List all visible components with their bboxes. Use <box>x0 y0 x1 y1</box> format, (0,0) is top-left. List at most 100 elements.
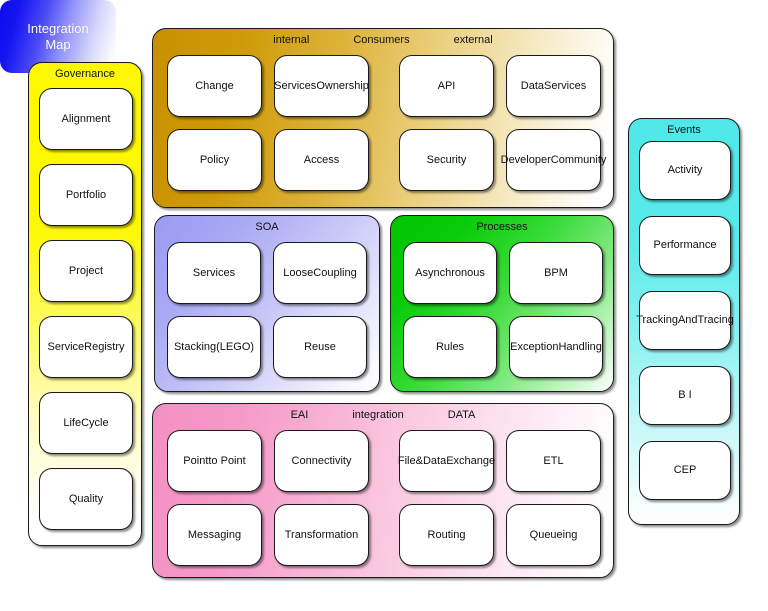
panel-consumers-title-internal: internal <box>273 34 310 46</box>
card-label: Asynchronous <box>415 266 485 279</box>
card-eai-5[interactable]: Transformation <box>274 504 369 566</box>
panel-consumers-title: Consumers <box>353 34 410 46</box>
card-events-2[interactable]: Tracking AndTracing <box>636 291 734 350</box>
card-label: Reuse <box>304 340 336 353</box>
card-label: Portfolio <box>65 188 107 201</box>
card-label: Performance <box>653 239 717 252</box>
panel-events-title-row: Events <box>629 124 739 136</box>
card-label: Point <box>183 454 209 467</box>
card-label: AndTracing <box>677 314 734 327</box>
card-label: Registry <box>84 340 125 353</box>
panel-soa-title-row: SOA <box>155 221 379 233</box>
card-governance-0[interactable]: Alignment <box>39 88 133 150</box>
card-label: (LEGO) <box>216 340 255 353</box>
card-consumers-2[interactable]: API <box>399 55 494 117</box>
panel-governance-title-row: Governance <box>29 68 141 80</box>
panel-soa[interactable]: SOA Services Loose Coupling Stacking (LEGO) R… <box>154 215 380 392</box>
card-events-1[interactable]: Performance <box>639 216 731 275</box>
card-label: Project <box>68 264 104 277</box>
card-governance-4[interactable]: LifeCycle <box>39 392 133 454</box>
card-label: Policy <box>199 153 230 166</box>
card-label: Ownership <box>316 79 369 92</box>
card-processes-0[interactable]: Asynchronous <box>403 242 497 304</box>
card-label: Stacking <box>173 340 217 353</box>
card-label: Exception <box>510 340 559 353</box>
card-label: File& <box>397 454 423 467</box>
card-label: Change <box>195 79 234 92</box>
card-governance-3[interactable]: Service Registry <box>39 316 133 378</box>
card-label: CEP <box>673 464 697 477</box>
card-label: Queueing <box>529 528 578 541</box>
card-label: Access <box>303 153 340 166</box>
card-label: Messaging <box>187 528 242 541</box>
card-governance-1[interactable]: Portfolio <box>39 164 133 226</box>
card-processes-1[interactable]: BPM <box>509 242 603 304</box>
card-eai-6[interactable]: Routing <box>399 504 494 566</box>
card-label: Service <box>47 340 85 353</box>
card-label: Services <box>274 79 317 92</box>
integration-map-label-line2: Map <box>45 36 71 52</box>
card-soa-0[interactable]: Services <box>167 242 261 304</box>
card-label: DataExchange <box>422 454 496 467</box>
card-governance-5[interactable]: Quality <box>39 468 133 530</box>
card-label: Rules <box>435 340 465 353</box>
card-consumers-3[interactable]: DataServices <box>506 55 601 117</box>
card-label: API <box>437 79 456 92</box>
panel-eai[interactable]: EAI integration DATA Point to Point Connec… <box>152 403 614 578</box>
card-eai-0[interactable]: Point to Point <box>167 430 262 492</box>
card-eai-7[interactable]: Queueing <box>506 504 601 566</box>
panel-eai-title-row: EAI integration DATA <box>153 409 613 421</box>
card-consumers-4[interactable]: Policy <box>167 129 262 191</box>
diagram-canvas: Governance Alignment Portfolio Project Serv… <box>0 0 768 611</box>
card-events-0[interactable]: Activity <box>639 141 731 200</box>
card-label: Transformation <box>284 528 359 541</box>
panel-processes-title-row: Processes <box>391 221 613 233</box>
card-label: to Point <box>208 454 246 467</box>
panel-governance[interactable]: Governance Alignment Portfolio Project Serv… <box>28 62 142 546</box>
card-consumers-1[interactable]: Services Ownership <box>274 55 369 117</box>
card-consumers-0[interactable]: Change <box>167 55 262 117</box>
panel-governance-title: Governance <box>55 68 115 80</box>
panel-eai-title-data: DATA <box>447 409 476 421</box>
card-events-3[interactable]: B I <box>639 366 731 425</box>
card-soa-1[interactable]: Loose Coupling <box>273 242 367 304</box>
card-label: Coupling <box>313 266 357 279</box>
card-label: Alignment <box>61 112 111 125</box>
card-label: Security <box>426 153 467 166</box>
card-label: Quality <box>68 492 104 505</box>
card-eai-3[interactable]: ETL <box>506 430 601 492</box>
card-eai-4[interactable]: Messaging <box>167 504 262 566</box>
card-governance-2[interactable]: Project <box>39 240 133 302</box>
panel-events[interactable]: Events Activity Performance Tracking AndTra… <box>628 118 740 525</box>
panel-processes-title: Processes <box>476 221 528 233</box>
panel-events-title: Events <box>667 124 701 136</box>
panel-processes[interactable]: Processes Asynchronous BPM Rules Exception H… <box>390 215 614 392</box>
panel-eai-title: EAI <box>290 409 309 421</box>
card-label: LifeCycle <box>63 416 109 429</box>
card-label: Services <box>192 266 236 279</box>
panel-soa-title: SOA <box>255 221 279 233</box>
card-processes-2[interactable]: Rules <box>403 316 497 378</box>
card-label: Routing <box>427 528 466 541</box>
card-label: Tracking <box>636 314 678 327</box>
panel-consumers[interactable]: internal Consumers external Change Servic… <box>152 28 614 208</box>
card-eai-1[interactable]: Connectivity <box>274 430 369 492</box>
integration-map-label: Integration Map <box>27 21 88 52</box>
card-consumers-6[interactable]: Security <box>399 129 494 191</box>
card-soa-3[interactable]: Reuse <box>273 316 367 378</box>
panel-consumers-title-external: external <box>453 34 493 46</box>
card-events-4[interactable]: CEP <box>639 441 731 500</box>
card-eai-2[interactable]: File& DataExchange <box>397 430 496 492</box>
panel-consumers-title-row: internal Consumers external <box>153 34 613 46</box>
card-label: Connectivity <box>291 454 352 467</box>
card-soa-2[interactable]: Stacking (LEGO) <box>167 316 261 378</box>
card-processes-3[interactable]: Exception Handling <box>509 316 603 378</box>
card-consumers-5[interactable]: Access <box>274 129 369 191</box>
card-label: Activity <box>667 164 703 177</box>
card-label: B I <box>678 389 692 402</box>
integration-map-label-line1: Integration <box>27 20 89 36</box>
card-consumers-7[interactable]: Developer Community <box>501 129 606 191</box>
card-label: Community <box>550 153 607 166</box>
panel-eai-title-integration: integration <box>352 409 404 421</box>
card-label: ETL <box>543 454 564 467</box>
